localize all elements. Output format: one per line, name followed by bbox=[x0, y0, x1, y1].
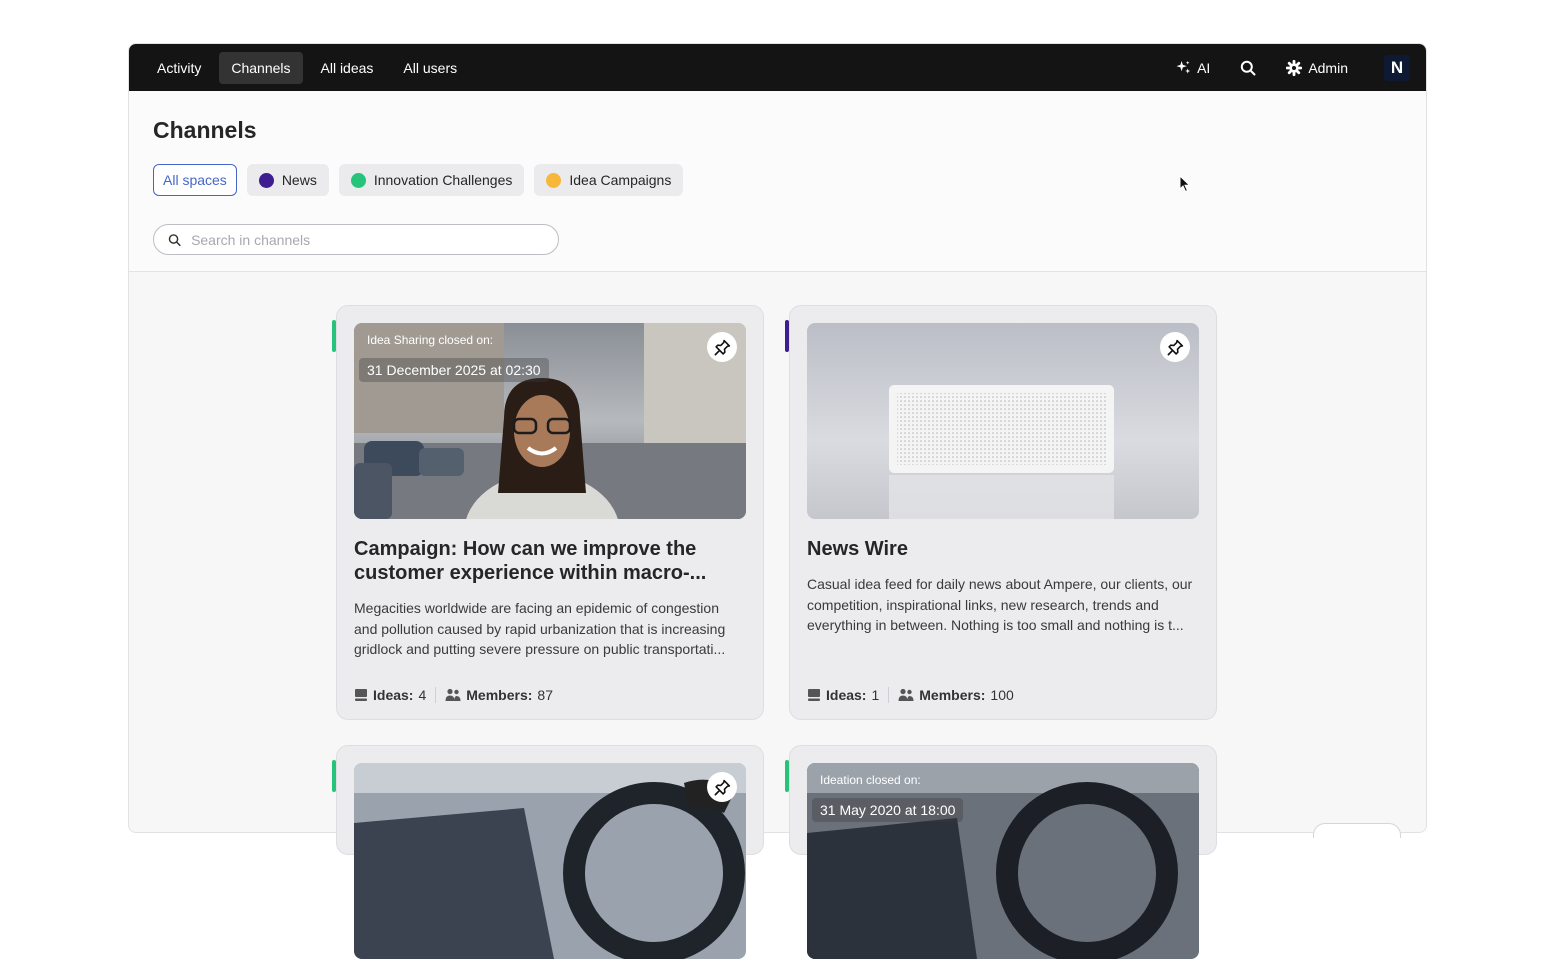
ideas-count: 4 bbox=[418, 687, 427, 703]
portrait-image bbox=[354, 323, 746, 519]
speaker-image bbox=[807, 323, 1199, 519]
card-image bbox=[354, 763, 746, 959]
ideas-icon bbox=[355, 689, 367, 701]
card-description: Casual idea feed for daily news about Am… bbox=[807, 576, 1193, 633]
nav-item-channels[interactable]: Channels bbox=[219, 51, 303, 84]
members-label: Members: bbox=[919, 687, 986, 703]
nav-item-all-ideas[interactable]: All ideas bbox=[309, 52, 386, 84]
ideas-stat: Ideas: 1 bbox=[807, 687, 879, 703]
members-stat: Members: 100 bbox=[898, 687, 1014, 703]
filter-idea-campaigns[interactable]: Idea Campaigns bbox=[534, 164, 684, 196]
pin-icon bbox=[1167, 339, 1183, 355]
card-title[interactable]: Campaign: How can we improve the custome… bbox=[354, 537, 746, 585]
members-count: 100 bbox=[990, 687, 1014, 703]
innovation-color-dot bbox=[350, 172, 366, 188]
channels-header: Channels All spaces News Innovation Chal… bbox=[129, 91, 1426, 272]
search-input[interactable] bbox=[189, 230, 544, 249]
space-filters: All spaces News Innovation Challenges Id… bbox=[153, 164, 1402, 196]
ideas-count: 1 bbox=[871, 687, 880, 703]
mouse-cursor-icon bbox=[1179, 175, 1191, 193]
news-color-dot bbox=[258, 172, 274, 188]
nav-right: AI Admin N bbox=[1164, 52, 1410, 84]
filter-all-spaces[interactable]: All spaces bbox=[153, 164, 237, 196]
avatar[interactable]: N bbox=[1384, 54, 1410, 81]
nav-left: Activity Channels All ideas All users bbox=[145, 51, 469, 84]
accent-strip bbox=[332, 320, 336, 352]
card-description: Megacities worldwide are facing an epide… bbox=[354, 600, 726, 657]
search-icon bbox=[1241, 60, 1256, 75]
channel-card[interactable]: News Wire Casual idea feed for daily new… bbox=[785, 305, 1217, 720]
gear-icon bbox=[1286, 59, 1303, 76]
filter-innovation-challenges[interactable]: Innovation Challenges bbox=[338, 164, 525, 196]
card-stats: Ideas: 1 Members: 100 bbox=[807, 687, 1014, 703]
filter-label: News bbox=[281, 172, 317, 188]
members-icon bbox=[445, 688, 461, 701]
pin-icon bbox=[714, 779, 730, 795]
card-title[interactable]: News Wire bbox=[807, 537, 1199, 561]
filter-label: Innovation Challenges bbox=[373, 172, 513, 188]
channel-search[interactable] bbox=[153, 224, 559, 255]
pin-button[interactable] bbox=[707, 332, 737, 362]
members-label: Members: bbox=[466, 687, 533, 703]
ideas-label: Ideas: bbox=[373, 687, 414, 703]
nav-item-activity[interactable]: Activity bbox=[145, 52, 213, 84]
filter-news[interactable]: News bbox=[246, 164, 329, 196]
stat-divider bbox=[435, 687, 437, 703]
channel-card[interactable]: Idea Sharing closed on: 31 December 2025… bbox=[332, 305, 764, 720]
pin-button[interactable] bbox=[707, 772, 737, 802]
ideas-label: Ideas: bbox=[826, 687, 867, 703]
help-widget[interactable] bbox=[1313, 823, 1401, 838]
car-interior-image bbox=[807, 763, 1199, 959]
ideas-icon bbox=[808, 689, 820, 701]
card-image: Idea Sharing closed on: 31 December 2025… bbox=[354, 323, 746, 519]
page-title: Channels bbox=[153, 117, 257, 143]
admin-button[interactable]: Admin bbox=[1274, 52, 1360, 84]
accent-strip bbox=[785, 760, 789, 792]
campaigns-color-dot bbox=[546, 172, 562, 188]
top-navigation: Activity Channels All ideas All users AI… bbox=[129, 44, 1426, 91]
ai-button[interactable]: AI bbox=[1164, 52, 1222, 84]
channel-card[interactable]: Ideation closed on: 31 May 2020 at 18:00 bbox=[785, 745, 1217, 959]
admin-label: Admin bbox=[1308, 59, 1348, 76]
closed-date: 31 December 2025 at 02:30 bbox=[359, 358, 549, 382]
sparkle-icon bbox=[1176, 60, 1191, 74]
members-count: 87 bbox=[537, 687, 553, 703]
filter-label: Idea Campaigns bbox=[569, 172, 672, 188]
ai-label: AI bbox=[1197, 59, 1211, 76]
members-icon bbox=[898, 688, 914, 701]
closed-label: Ideation closed on: bbox=[820, 773, 921, 787]
pin-icon bbox=[714, 339, 730, 355]
accent-strip bbox=[332, 760, 336, 792]
channel-card[interactable] bbox=[332, 745, 764, 959]
nav-item-all-users[interactable]: All users bbox=[391, 52, 469, 84]
card-stats: Ideas: 4 Members: 87 bbox=[354, 687, 553, 703]
channel-grid: Idea Sharing closed on: 31 December 2025… bbox=[332, 305, 1217, 959]
closed-date: 31 May 2020 at 18:00 bbox=[812, 798, 964, 822]
filter-label: All spaces bbox=[163, 172, 227, 188]
search-button[interactable] bbox=[1228, 52, 1268, 84]
ideas-stat: Ideas: 4 bbox=[354, 687, 426, 703]
members-stat: Members: 87 bbox=[445, 687, 553, 703]
stat-divider bbox=[888, 687, 890, 703]
closed-label: Idea Sharing closed on: bbox=[367, 333, 494, 347]
pin-button[interactable] bbox=[1160, 332, 1190, 362]
card-image: Ideation closed on: 31 May 2020 at 18:00 bbox=[807, 763, 1199, 959]
car-interior-image bbox=[354, 763, 746, 959]
accent-strip bbox=[785, 320, 789, 352]
search-icon bbox=[168, 233, 181, 246]
card-image bbox=[807, 323, 1199, 519]
